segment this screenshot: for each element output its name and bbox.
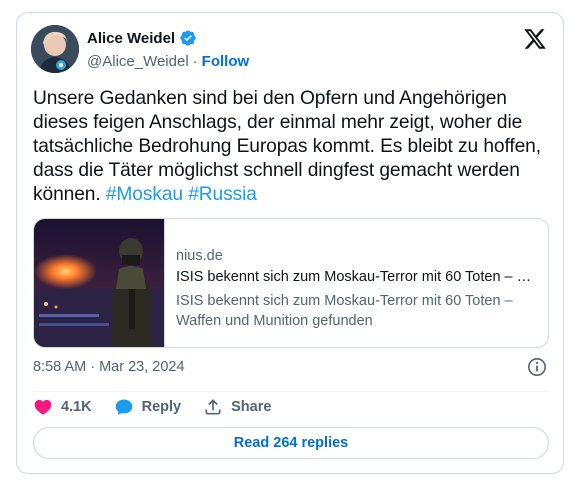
divider xyxy=(33,391,549,392)
author-handle[interactable]: @Alice_Weidel xyxy=(87,53,189,70)
hashtag-russia[interactable]: #Russia xyxy=(188,184,257,205)
info-icon[interactable] xyxy=(527,357,547,377)
link-domain: nius.de xyxy=(176,248,223,264)
heart-icon xyxy=(33,397,53,417)
read-replies-button[interactable]: Read 264 replies xyxy=(33,427,549,459)
separator-dot: · xyxy=(192,53,198,70)
share-label: Share xyxy=(231,399,272,415)
x-logo-icon[interactable] xyxy=(523,27,547,51)
handle-row: @Alice_Weidel · Follow xyxy=(87,53,249,70)
like-count: 4.1K xyxy=(61,399,92,415)
tweet-timestamp[interactable]: 8:58 AM · Mar 23, 2024 xyxy=(33,359,185,375)
reply-label: Reply xyxy=(141,399,182,415)
action-bar: 4.1K Reply Share xyxy=(33,395,293,419)
share-upload-icon xyxy=(203,397,223,417)
verified-badge-icon xyxy=(179,29,197,47)
hashtag-moskau[interactable]: #Moskau xyxy=(106,184,183,205)
like-button[interactable]: 4.1K xyxy=(33,397,92,417)
link-description: ISIS bekennt sich zum Moskau-Terror mit … xyxy=(176,293,513,329)
author-name-row: Alice Weidel xyxy=(87,29,197,47)
reply-button[interactable]: Reply xyxy=(114,397,182,417)
author-name[interactable]: Alice Weidel xyxy=(87,30,175,47)
link-thumbnail xyxy=(34,219,165,347)
link-title: ISIS bekennt sich zum Moskau-Terror mit … xyxy=(176,269,538,285)
follow-button[interactable]: Follow xyxy=(202,53,250,70)
avatar[interactable] xyxy=(31,25,79,73)
link-preview-card[interactable]: nius.de ISIS bekennt sich zum Moskau-Ter… xyxy=(33,218,549,348)
share-button[interactable]: Share xyxy=(203,397,271,417)
tweet-text: Unsere Gedanken sind bei den Opfern und … xyxy=(33,87,553,207)
tweet-card: Alice Weidel @Alice_Weidel · Follow Unse… xyxy=(16,12,564,474)
speech-bubble-icon xyxy=(114,397,134,417)
